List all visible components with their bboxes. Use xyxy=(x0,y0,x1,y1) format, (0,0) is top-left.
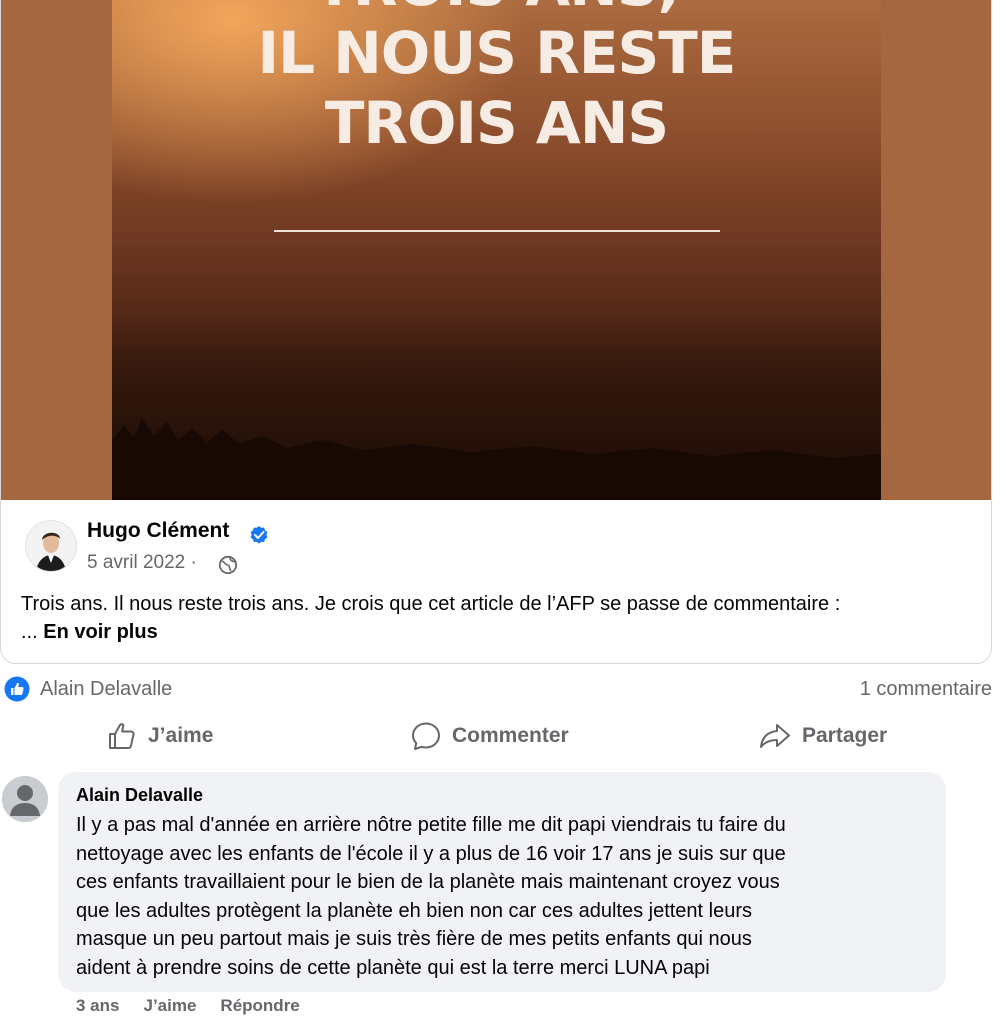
shared-post-card[interactable]: TROIS ANS, IL NOUS RESTE TROIS ANS Hugo … xyxy=(0,0,992,664)
comment-line: que les adultes protègent la planète eh … xyxy=(76,899,753,922)
comment-line: nettoyage avec les enfants de l'école il… xyxy=(76,842,786,865)
person-portrait-icon xyxy=(26,521,76,571)
comment-meta: 3 ans J’aime Répondre xyxy=(76,996,324,1016)
headline-line-1: IL NOUS RESTE xyxy=(257,19,737,87)
comment-line: aident à prendre soins de cette planète … xyxy=(76,956,710,979)
share-arrow-icon xyxy=(760,724,790,748)
headline-line-0: TROIS ANS, xyxy=(112,0,881,19)
like-button-label: J’aime xyxy=(148,724,214,747)
commenter-avatar[interactable] xyxy=(2,776,48,822)
thumbs-up-icon xyxy=(109,723,135,749)
verified-badge-icon xyxy=(250,526,268,544)
comment-bubble: Alain Delavalle Il y a pas mal d'année e… xyxy=(58,772,946,992)
share-button-label: Partager xyxy=(802,724,888,747)
forest-silhouette xyxy=(112,418,881,500)
liker-name[interactable]: Alain Delavalle xyxy=(40,678,172,701)
comment-line: masque un peu partout mais je suis très … xyxy=(76,928,752,950)
comment-line: ces enfants travaillaient pour le bien d… xyxy=(76,871,780,893)
share-button[interactable]: Partager xyxy=(758,712,887,760)
see-more-link[interactable]: En voir plus xyxy=(43,621,157,643)
post-image-area[interactable]: TROIS ANS, IL NOUS RESTE TROIS ANS xyxy=(1,0,991,500)
post-header: Hugo Clément 5 avril 2022 · Trois ans. I… xyxy=(1,500,991,660)
post-stats: Alain Delavalle 1 commentaire xyxy=(0,672,1006,708)
post-ellipsis: ... xyxy=(21,621,44,643)
headline-line-2: TROIS ANS xyxy=(324,89,669,157)
like-button[interactable]: J’aime xyxy=(106,712,213,760)
post-image[interactable]: TROIS ANS, IL NOUS RESTE TROIS ANS xyxy=(112,0,881,500)
comment-like-link[interactable]: J’aime xyxy=(143,996,196,1016)
post-text: Trois ans. Il nous reste trois ans. Je c… xyxy=(21,590,981,646)
comment-button[interactable]: Commenter xyxy=(410,712,569,760)
comment-bubble-icon xyxy=(412,722,440,750)
action-bar: J’aime Commenter Partager xyxy=(0,712,1006,760)
like-reaction-icon[interactable] xyxy=(4,676,30,702)
post-body: Trois ans. Il nous reste trois ans. Je c… xyxy=(21,593,841,615)
comment-author[interactable]: Alain Delavalle xyxy=(76,785,203,806)
comment-count[interactable]: 1 commentaire xyxy=(860,678,992,701)
comment-line: Il y a pas mal d'année en arrière nôtre … xyxy=(76,814,786,836)
default-user-icon xyxy=(2,776,48,822)
globe-icon xyxy=(218,555,238,575)
author-avatar[interactable] xyxy=(25,520,77,572)
post-date[interactable]: 5 avril 2022 · xyxy=(87,552,197,574)
comment-reply-link[interactable]: Répondre xyxy=(220,996,299,1016)
comment-time[interactable]: 3 ans xyxy=(76,996,119,1016)
comment-button-label: Commenter xyxy=(452,724,569,747)
headline-divider xyxy=(274,230,720,232)
comment-text: Il y a pas mal d'année en arrière nôtre … xyxy=(76,811,936,982)
author-name[interactable]: Hugo Clément xyxy=(87,519,229,543)
